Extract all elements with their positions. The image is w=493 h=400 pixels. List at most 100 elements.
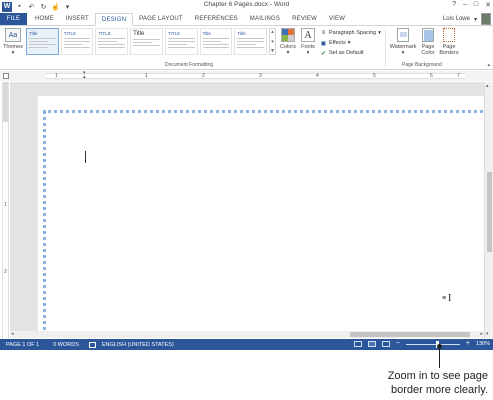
tab-mailings[interactable]: MAILINGS [244,13,286,25]
avatar[interactable] [481,13,491,25]
save-icon[interactable]: ▪ [15,2,24,11]
vertical-scrollbar[interactable]: ▴ ▾ [484,82,493,338]
chevron-up-icon[interactable]: ▴ [271,29,274,35]
set-as-default-label: Set as Default [329,50,364,56]
tab-design[interactable]: DESIGN [94,13,134,26]
chevron-down-icon[interactable]: ▾ [271,39,274,45]
top-margin-shade [3,82,8,122]
tab-page-layout[interactable]: PAGE LAYOUT [133,13,189,25]
colors-button[interactable]: Colors ▾ [279,28,297,60]
themes-dropdown-icon: ▾ [11,50,15,56]
scroll-left-icon[interactable]: ◂ [11,331,14,337]
style-set-thumb[interactable]: Title [234,28,268,55]
web-layout-icon[interactable] [381,341,390,347]
thumb-title: Title [237,31,246,36]
document-formatting-options: ≡ Paragraph Spacing ▾ ▣ Effects ▾ ✔ Set … [320,29,381,57]
tab-references[interactable]: REFERENCES [189,13,244,25]
status-right: − + 130% [353,340,490,348]
minimize-icon[interactable]: – [463,1,467,9]
horizontal-ruler: 1 1 2 3 4 5 6 7 [0,71,493,81]
style-set-thumb[interactable]: Title [26,28,59,55]
user-name: Lois Lowe [442,16,470,22]
style-set-thumb[interactable]: Title [130,28,163,55]
scroll-down-icon[interactable]: ▾ [486,331,489,337]
paragraph-spacing-button[interactable]: ≡ Paragraph Spacing ▾ [320,29,381,37]
chevron-down-icon: ▾ [401,50,405,56]
horizontal-scrollbar[interactable]: ◂ ▸ [10,331,484,338]
more-icon[interactable]: ▼ [270,48,275,54]
indent-marker-icon[interactable]: ▾ ▴ [83,71,87,80]
document-formatting-group-label: Document Formatting [165,62,214,68]
page-background-group-label: Page Background [402,62,442,68]
vertical-ruler: 1 2 [2,82,9,338]
maximize-icon[interactable]: □ [474,1,478,9]
style-set-thumb[interactable]: TITLE [60,28,94,55]
language-status[interactable]: ENGLISH (UNITED STATES) [102,342,174,348]
paragraph-spacing-label: Paragraph Spacing [329,30,377,36]
set-as-default-button[interactable]: ✔ Set as Default [320,49,381,57]
style-set-thumb[interactable]: TITLE [164,28,198,55]
check-icon: ✔ [320,50,327,57]
help-icon[interactable]: ? [452,1,456,9]
page-count[interactable]: PAGE 1 OF 1 [6,342,39,348]
zoom-level[interactable]: 130% [476,341,490,347]
ruler-number: 1 [145,73,148,79]
tab-selector-icon[interactable] [3,73,9,79]
chevron-down-icon: ▾ [306,50,310,56]
chevron-down-icon: ▾ [286,50,290,56]
customize-qat-icon[interactable]: ▾ [63,2,72,11]
collapse-ribbon-icon[interactable]: ▴ [487,62,490,68]
touch-mode-icon[interactable]: ☝ [51,2,60,11]
read-mode-icon[interactable] [353,341,362,347]
close-icon[interactable]: ✕ [485,1,491,9]
style-set-gallery: Title TITLE TITLE Title TITLE Title Titl… [26,28,276,58]
ruler-number: 2 [202,73,205,79]
fonts-icon: A [301,28,315,42]
text-cursor [85,151,86,163]
page-border [43,110,483,338]
word-logo-icon[interactable]: W [2,1,12,12]
ibeam-cursor-icon: I [448,293,452,304]
user-account[interactable]: Lois Lowe ▾ [443,13,491,25]
scroll-thumb[interactable] [350,332,470,337]
ruler-number: 7 [457,73,460,79]
redo-icon[interactable]: ↻ [39,2,48,11]
ruler-track: 1 1 2 3 4 5 6 7 [45,73,465,79]
print-layout-icon[interactable] [367,341,376,347]
style-set-thumb[interactable]: Title [199,28,233,55]
page-borders-label: Page Borders [439,44,459,56]
undo-icon[interactable]: ↶ [27,2,36,11]
thumb-title: TITLE [98,31,111,36]
tab-view[interactable]: VIEW [323,13,351,25]
proofing-icon[interactable] [88,341,96,348]
effects-icon: ▣ [320,40,327,47]
thumb-title: Title [29,31,38,36]
page-color-button[interactable]: Page Color [419,28,437,60]
zoom-in-icon[interactable]: + [466,340,470,347]
title-bar: W ▪ ↶ ↻ ☝ ▾ Chapter 6 Pages.docx - Word … [0,0,493,13]
tab-review[interactable]: REVIEW [286,13,323,25]
fonts-button[interactable]: A Fonts ▾ [300,28,316,60]
ruler-number: 6 [430,73,433,79]
callout-line [439,348,440,368]
document-workspace[interactable]: ≡ I [10,82,484,338]
document-page[interactable]: ≡ I [38,96,484,338]
page-borders-button[interactable]: Page Borders [438,28,460,60]
ribbon-separator [385,29,386,67]
zoom-slider[interactable] [405,340,460,348]
thumb-title: Title [133,31,145,37]
watermark-button[interactable]: Watermark ▾ [388,28,418,60]
word-count[interactable]: 0 WORDS [53,342,79,348]
style-set-thumb[interactable]: TITLE [95,28,129,55]
scroll-thumb[interactable] [487,172,492,252]
gallery-scroll[interactable]: ▴ ▾ ▼ [269,28,276,55]
zoom-out-icon[interactable]: − [396,340,400,347]
tab-home[interactable]: HOME [29,13,60,25]
themes-button[interactable]: Aa Themes ▾ [3,28,23,60]
scroll-up-icon[interactable]: ▴ [486,83,489,89]
effects-button[interactable]: ▣ Effects ▾ [320,39,381,47]
scroll-right-icon[interactable]: ▸ [480,331,483,337]
tab-insert[interactable]: INSERT [60,13,95,25]
page-borders-icon [443,28,455,42]
tab-file[interactable]: FILE [0,13,27,25]
